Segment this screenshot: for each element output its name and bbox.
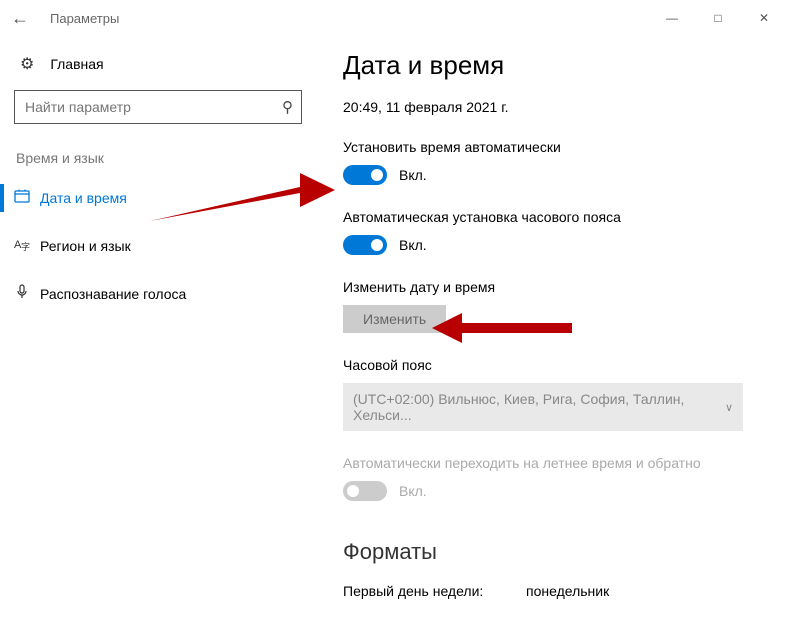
nav-item-date-time[interactable]: Дата и время (0, 174, 315, 222)
sidebar: ⚙ Главная ⚲ Время и язык Дата и время A字… (0, 44, 315, 599)
gear-icon: ⚙ (20, 54, 34, 74)
nav-item-label: Распознавание голоса (40, 286, 186, 302)
microphone-icon (14, 284, 40, 304)
dst-toggle (343, 481, 387, 501)
formats-title: Форматы (343, 539, 771, 565)
setting-auto-time: Установить время автоматически Вкл. (343, 139, 771, 185)
change-button[interactable]: Изменить (343, 305, 446, 333)
setting-auto-timezone: Автоматическая установка часового пояса … (343, 209, 771, 255)
nav-item-speech[interactable]: Распознавание голоса (0, 270, 315, 318)
change-dt-label: Изменить дату и время (343, 279, 771, 295)
clock-icon (14, 188, 40, 208)
setting-change-datetime: Изменить дату и время Изменить (343, 279, 771, 333)
auto-time-state: Вкл. (399, 167, 427, 183)
home-label: Главная (50, 56, 103, 72)
nav-item-region-language[interactable]: A字 Регион и язык (0, 222, 315, 270)
dst-label: Автоматически переходить на летнее время… (343, 455, 771, 471)
section-label: Время и язык (14, 150, 301, 166)
page-title: Дата и время (343, 44, 771, 81)
auto-time-toggle[interactable] (343, 165, 387, 185)
chevron-down-icon: ∨ (725, 401, 733, 414)
setting-dst: Автоматически переходить на летнее время… (343, 455, 771, 501)
search-input[interactable] (25, 99, 282, 115)
titlebar: ← Параметры ― □ ✕ (0, 0, 795, 36)
first-day-label: Первый день недели: (343, 583, 508, 599)
dst-state: Вкл. (399, 483, 427, 499)
search-icon: ⚲ (282, 98, 293, 116)
nav-item-label: Регион и язык (40, 238, 131, 254)
maximize-button[interactable]: □ (695, 2, 741, 34)
auto-time-label: Установить время автоматически (343, 139, 771, 155)
auto-tz-toggle[interactable] (343, 235, 387, 255)
timezone-label: Часовой пояс (343, 357, 771, 373)
search-input-wrapper[interactable]: ⚲ (14, 90, 302, 124)
current-datetime: 20:49, 11 февраля 2021 г. (343, 99, 771, 115)
auto-tz-label: Автоматическая установка часового пояса (343, 209, 771, 225)
nav-list: Дата и время A字 Регион и язык Распознава… (0, 174, 315, 318)
timezone-dropdown[interactable]: (UTC+02:00) Вильнюс, Киев, Рига, София, … (343, 383, 743, 431)
back-button[interactable]: ← (8, 8, 32, 29)
nav-item-label: Дата и время (40, 190, 127, 206)
first-day-value: понедельник (526, 583, 609, 599)
first-day-row: Первый день недели: понедельник (343, 583, 771, 599)
auto-tz-state: Вкл. (399, 237, 427, 253)
close-button[interactable]: ✕ (741, 2, 787, 34)
main-content: Дата и время 20:49, 11 февраля 2021 г. У… (315, 44, 795, 599)
timezone-value: (UTC+02:00) Вильнюс, Киев, Рига, София, … (353, 391, 725, 423)
language-icon: A字 (14, 236, 40, 256)
home-link[interactable]: ⚙ Главная (14, 44, 301, 90)
window-title: Параметры (50, 11, 119, 26)
svg-text:字: 字 (21, 241, 30, 252)
minimize-button[interactable]: ― (649, 2, 695, 34)
setting-timezone: Часовой пояс (UTC+02:00) Вильнюс, Киев, … (343, 357, 771, 431)
